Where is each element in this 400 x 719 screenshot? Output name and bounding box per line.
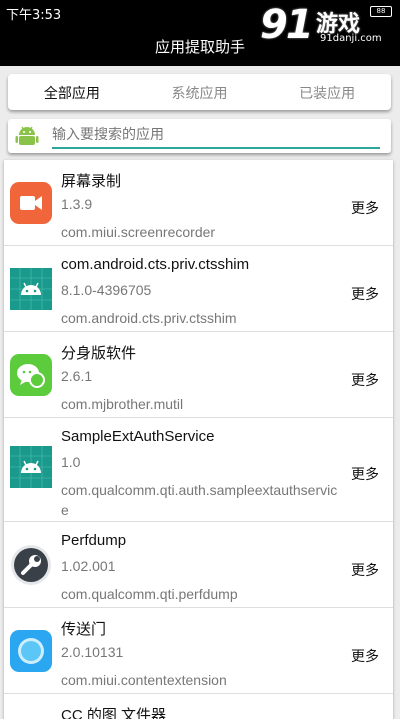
- android-icon: [10, 268, 52, 310]
- tab-installed-apps[interactable]: 已装应用: [263, 74, 391, 110]
- app-name: 分身版软件: [61, 345, 137, 362]
- app-package: com.qualcomm.qti.auth.sampleextauthservi…: [61, 482, 338, 518]
- app-list-item[interactable]: CC 的图 文件器: [4, 694, 393, 719]
- app-list[interactable]: 屏幕录制 1.3.9 com.miui.screenrecorder 更多 co…: [4, 160, 393, 719]
- tab-all-apps[interactable]: 全部应用: [8, 74, 136, 110]
- app-list-item[interactable]: 分身版软件 2.6.1 com.mjbrother.mutil 更多: [4, 332, 393, 418]
- more-button[interactable]: 更多: [351, 370, 379, 390]
- app-version: 1.0: [61, 454, 81, 470]
- more-button[interactable]: 更多: [351, 646, 379, 666]
- app-version: 8.1.0-4396705: [61, 282, 152, 298]
- app-name: SampleExtAuthService: [61, 428, 215, 445]
- android-icon: [15, 126, 39, 145]
- app-version: 1.3.9: [61, 196, 93, 212]
- app-package: com.qualcomm.qti.perfdump: [61, 586, 238, 602]
- wrench-icon: [11, 545, 51, 585]
- tab-system-apps[interactable]: 系统应用: [136, 74, 264, 110]
- app-name: 屏幕录制: [61, 173, 122, 190]
- android-icon: [10, 446, 52, 488]
- app-version: 2.6.1: [61, 368, 93, 384]
- search-input[interactable]: [52, 123, 380, 149]
- chat-icon: [10, 354, 52, 396]
- screen-recorder-icon: [10, 182, 52, 224]
- app-package: com.miui.contentextension: [61, 672, 227, 688]
- app-list-item[interactable]: 传送门 2.0.10131 com.miui.contentextension …: [4, 608, 393, 694]
- tab-bar: 全部应用 系统应用 已装应用: [8, 74, 391, 110]
- app-version: 2.0.10131: [61, 644, 124, 660]
- site-watermark: 91 游戏 91danji.com: [260, 2, 392, 48]
- app-package: com.mjbrother.mutil: [61, 396, 184, 412]
- app-name: 传送门: [61, 621, 107, 638]
- app-list-item[interactable]: SampleExtAuthService 1.0 com.qualcomm.qt…: [4, 418, 393, 522]
- watermark-logo: 91: [260, 2, 314, 48]
- app-package: com.android.cts.priv.ctsshim: [61, 310, 237, 326]
- watermark-url: 91danji.com: [320, 33, 382, 44]
- search-bar: [8, 119, 391, 153]
- more-button[interactable]: 更多: [351, 464, 379, 484]
- status-time: 下午3:53: [6, 8, 62, 23]
- app-list-item[interactable]: Perfdump 1.02.001 com.qualcomm.qti.perfd…: [4, 522, 393, 608]
- more-button[interactable]: 更多: [351, 284, 379, 304]
- page-title: 应用提取助手: [154, 38, 245, 56]
- app-list-item[interactable]: 屏幕录制 1.3.9 com.miui.screenrecorder 更多: [4, 160, 393, 246]
- app-version: 1.02.001: [61, 558, 116, 574]
- app-package: com.miui.screenrecorder: [61, 224, 216, 240]
- app-name: CC 的图 文件器: [61, 707, 167, 719]
- app-list-item[interactable]: com.android.cts.priv.ctsshim 8.1.0-43967…: [4, 246, 393, 332]
- portal-icon: [10, 630, 52, 672]
- app-name: com.android.cts.priv.ctsshim: [61, 256, 250, 273]
- more-button[interactable]: 更多: [351, 198, 379, 218]
- more-button[interactable]: 更多: [351, 560, 379, 580]
- app-name: Perfdump: [61, 532, 127, 549]
